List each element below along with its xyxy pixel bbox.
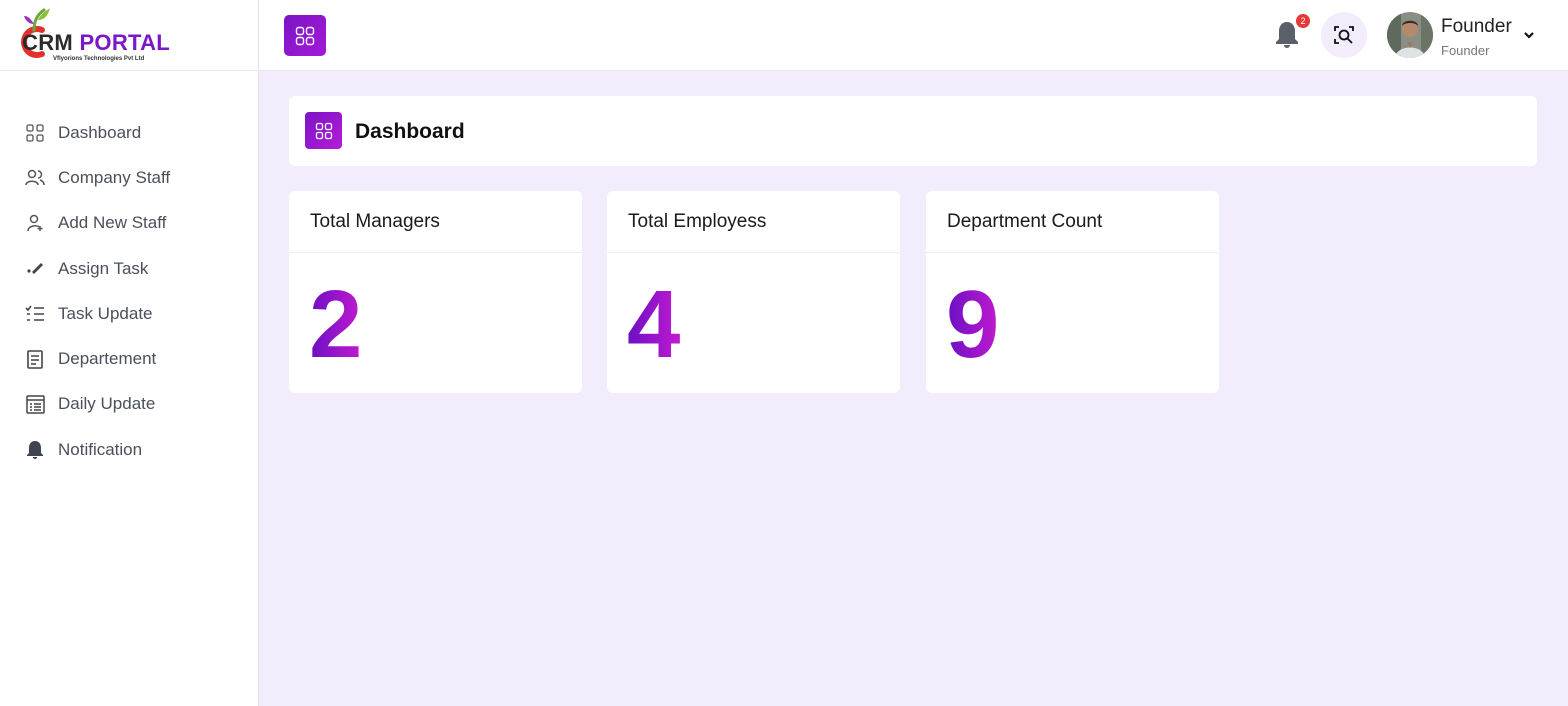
logo-portal: PORTAL <box>79 30 171 55</box>
sidebar-nav: Dashboard Company Staff Add New Staff As… <box>0 110 258 472</box>
grid-icon <box>315 122 332 139</box>
user-plus-icon <box>24 212 46 234</box>
sidebar-item-notification[interactable]: Notification <box>0 427 258 472</box>
pen-icon <box>24 258 46 280</box>
chevron-down-icon[interactable] <box>1521 27 1537 43</box>
sidebar-item-label: Daily Update <box>58 394 156 414</box>
sidebar-item-task-update[interactable]: Task Update <box>0 291 258 336</box>
notification-button[interactable]: 2 <box>1274 14 1310 52</box>
sidebar-item-label: Task Update <box>58 303 153 323</box>
sidebar-item-daily-update[interactable]: Daily Update <box>0 382 258 427</box>
logo-tagline: Vflyorions Technologies Pvt Ltd <box>53 56 145 62</box>
document-icon <box>24 348 46 370</box>
stat-card-title: Total Employess <box>628 210 767 232</box>
menu-toggle-button[interactable] <box>284 15 326 56</box>
calendar-list-icon <box>24 393 46 415</box>
sidebar-item-label: Notification <box>58 439 143 459</box>
sidebar-item-label: Company Staff <box>58 167 171 187</box>
stat-card-value: 2 <box>309 271 363 378</box>
stat-card-header: Department Count <box>926 191 1219 253</box>
sidebar-item-assign-task[interactable]: Assign Task <box>0 246 258 291</box>
stat-card-title: Total Managers <box>310 210 440 232</box>
sidebar-item-company-staff[interactable]: Company Staff <box>0 155 258 200</box>
scan-search-icon <box>1334 26 1354 44</box>
user-photo-icon <box>1387 12 1433 58</box>
sidebar-item-add-new-staff[interactable]: Add New Staff <box>0 201 258 246</box>
logo[interactable]: CRM PORTAL Vflyorions Technologies Pvt L… <box>0 0 258 71</box>
page-title: Dashboard <box>355 120 465 143</box>
stat-card-title: Department Count <box>947 210 1103 232</box>
grid-icon <box>295 26 315 45</box>
stat-card-value: 9 <box>946 271 1000 378</box>
sidebar-item-label: Dashboard <box>58 122 142 142</box>
sidebar-item-departement[interactable]: Departement <box>0 336 258 381</box>
sidebar-item-label: Assign Task <box>58 258 149 278</box>
search-button[interactable] <box>1321 12 1367 58</box>
stat-card-header: Total Managers <box>289 191 582 253</box>
user-name[interactable]: Founder <box>1441 16 1512 38</box>
stat-card-header: Total Employess <box>607 191 900 253</box>
sidebar-item-label: Add New Staff <box>58 213 167 233</box>
logo-crm: CRM <box>22 30 74 55</box>
logo-text: CRM PORTAL <box>22 30 170 56</box>
stat-card-department-count[interactable]: Department Count 9 <box>926 191 1219 393</box>
checklist-icon <box>24 303 46 325</box>
sidebar-item-dashboard[interactable]: Dashboard <box>0 110 258 155</box>
sidebar-item-label: Departement <box>58 349 157 369</box>
grid-icon <box>24 122 46 144</box>
stat-card-total-managers[interactable]: Total Managers 2 <box>289 191 582 393</box>
stat-card-value: 4 <box>627 271 681 378</box>
user-role: Founder <box>1441 43 1490 58</box>
stat-card-total-employees[interactable]: Total Employess 4 <box>607 191 900 393</box>
notification-badge: 2 <box>1296 14 1310 28</box>
users-icon <box>24 167 46 189</box>
sidebar: CRM PORTAL Vflyorions Technologies Pvt L… <box>0 0 259 706</box>
page-header: Dashboard <box>289 96 1537 166</box>
topbar: 2 Founder Founder <box>259 0 1568 71</box>
avatar[interactable] <box>1387 12 1433 58</box>
bell-icon <box>24 439 46 461</box>
page-header-icon <box>305 112 342 149</box>
